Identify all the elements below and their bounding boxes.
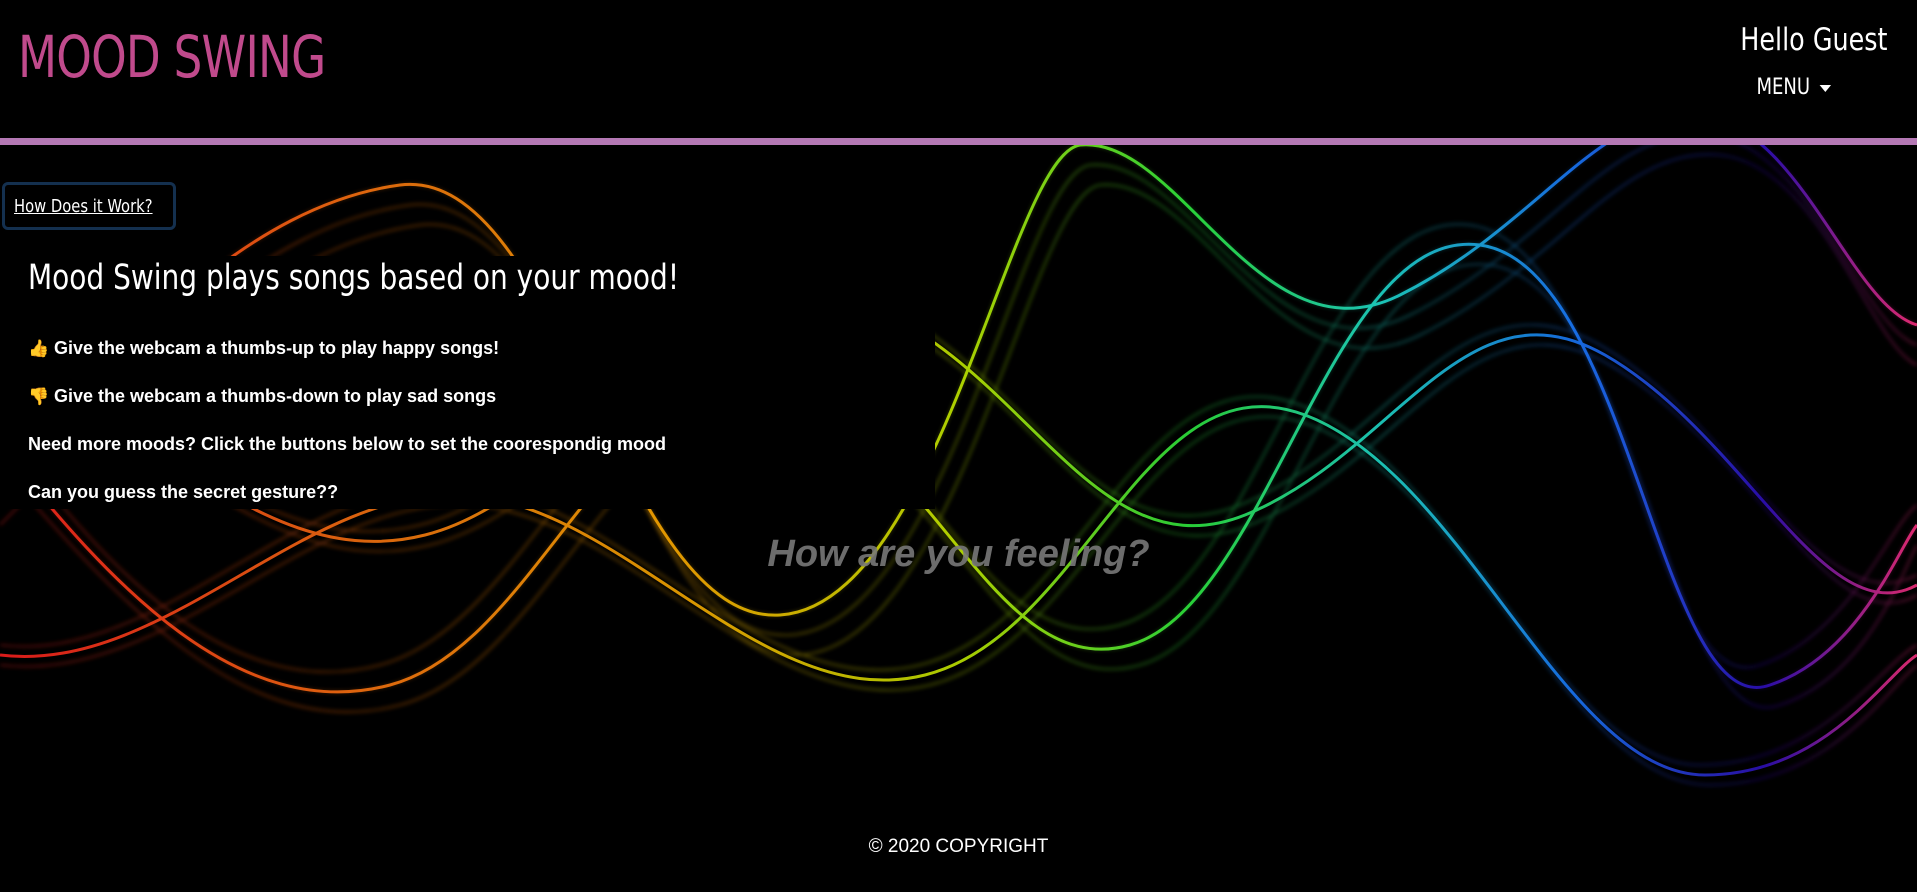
header-divider [0, 138, 1917, 145]
page: MOOD SWING Hello Guest MENU How Does it … [0, 0, 1917, 892]
how-it-works-button[interactable]: How Does it Work? [2, 182, 176, 230]
site-logo-title[interactable]: MOOD SWING [18, 22, 326, 92]
caret-down-icon [1819, 84, 1831, 92]
menu-label: MENU [1756, 75, 1810, 100]
how-it-works-label: How Does it Work? [14, 195, 153, 217]
info-line-more-moods: Need more moods? Click the buttons below… [28, 434, 666, 455]
info-line-thumbs-up: 👍 Give the webcam a thumbs-up to play ha… [28, 338, 499, 359]
info-title: Mood Swing plays songs based on your moo… [28, 258, 680, 298]
info-line-text: Can you guess the secret gesture?? [28, 482, 339, 502]
info-line-secret-gesture: Can you guess the secret gesture?? [28, 482, 338, 503]
info-line-thumbs-down: 👎 Give the webcam a thumbs-down to play … [28, 386, 496, 407]
info-panel: Mood Swing plays songs based on your moo… [0, 256, 935, 509]
footer-copyright: © 2020 COPYRIGHT [868, 836, 1049, 857]
info-line-text: Give the webcam a thumbs-down to play sa… [54, 386, 497, 406]
thumbs-down-icon: 👎 [28, 386, 50, 406]
info-line-text: Give the webcam a thumbs-up to play happ… [54, 338, 500, 358]
user-greeting: Hello Guest [1739, 22, 1887, 58]
site-header: MOOD SWING Hello Guest MENU [0, 0, 1917, 138]
info-line-text: Need more moods? Click the buttons below… [28, 434, 667, 454]
thumbs-up-icon: 👍 [28, 338, 50, 358]
menu-dropdown-button[interactable]: MENU [1756, 74, 1831, 102]
mood-prompt: How are you feeling? [767, 533, 1150, 575]
